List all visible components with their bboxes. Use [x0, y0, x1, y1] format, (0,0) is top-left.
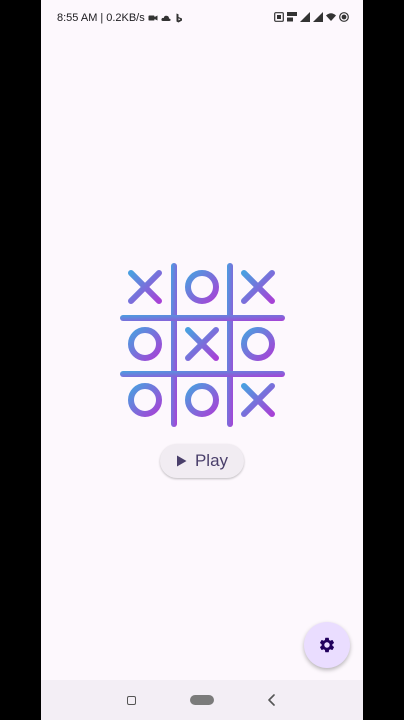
- chevron-left-icon: [268, 694, 275, 706]
- x-mark: [241, 383, 275, 417]
- signal-icon: [313, 12, 323, 22]
- status-net-speed: 0.2KB/s: [106, 12, 145, 24]
- status-right: [274, 12, 349, 22]
- volte-icon: [287, 12, 297, 22]
- grid-line: [120, 371, 285, 377]
- x-mark: [241, 270, 275, 304]
- x-mark: [128, 270, 162, 304]
- back-button[interactable]: [267, 694, 277, 706]
- play-icon: [176, 455, 187, 467]
- play-label: Play: [194, 451, 229, 470]
- play-button[interactable]: Play: [160, 444, 244, 478]
- o-circle: [185, 383, 219, 417]
- navigation-bar: [41, 680, 363, 720]
- signal-icon: [300, 12, 310, 22]
- status-left: 8:55 AM | 0.2KB/s: [57, 12, 184, 24]
- o-mark: [185, 270, 219, 304]
- grid-line: [120, 315, 285, 321]
- o-circle: [241, 327, 275, 361]
- tic-tac-toe-board: [120, 263, 285, 427]
- status-time: 8:55 AM: [57, 12, 98, 24]
- o-circle: [128, 383, 162, 417]
- grid-line: [171, 263, 177, 427]
- o-mark: [128, 327, 162, 361]
- board-marks: [128, 270, 275, 417]
- o-mark: [185, 383, 219, 417]
- home-button[interactable]: [190, 695, 214, 705]
- o-circle: [185, 270, 219, 304]
- battery-icon: [339, 12, 349, 22]
- video-camera-icon: [148, 15, 158, 21]
- wifi-icon: [326, 13, 336, 21]
- status-bar: 8:55 AM | 0.2KB/s: [41, 0, 363, 36]
- settings-button[interactable]: [304, 622, 350, 668]
- recents-button[interactable]: [127, 696, 136, 705]
- grid-line: [227, 263, 233, 427]
- o-mark: [241, 327, 275, 361]
- gear-icon: [319, 637, 335, 653]
- status-separator: |: [100, 12, 104, 24]
- bing-icon: [176, 13, 182, 23]
- o-circle: [128, 327, 162, 361]
- o-mark: [128, 383, 162, 417]
- cloud-icon: [161, 15, 171, 21]
- x-mark: [185, 327, 219, 361]
- sim-icon: [274, 12, 284, 22]
- app-screen: 8:55 AM | 0.2KB/s Play: [41, 0, 363, 720]
